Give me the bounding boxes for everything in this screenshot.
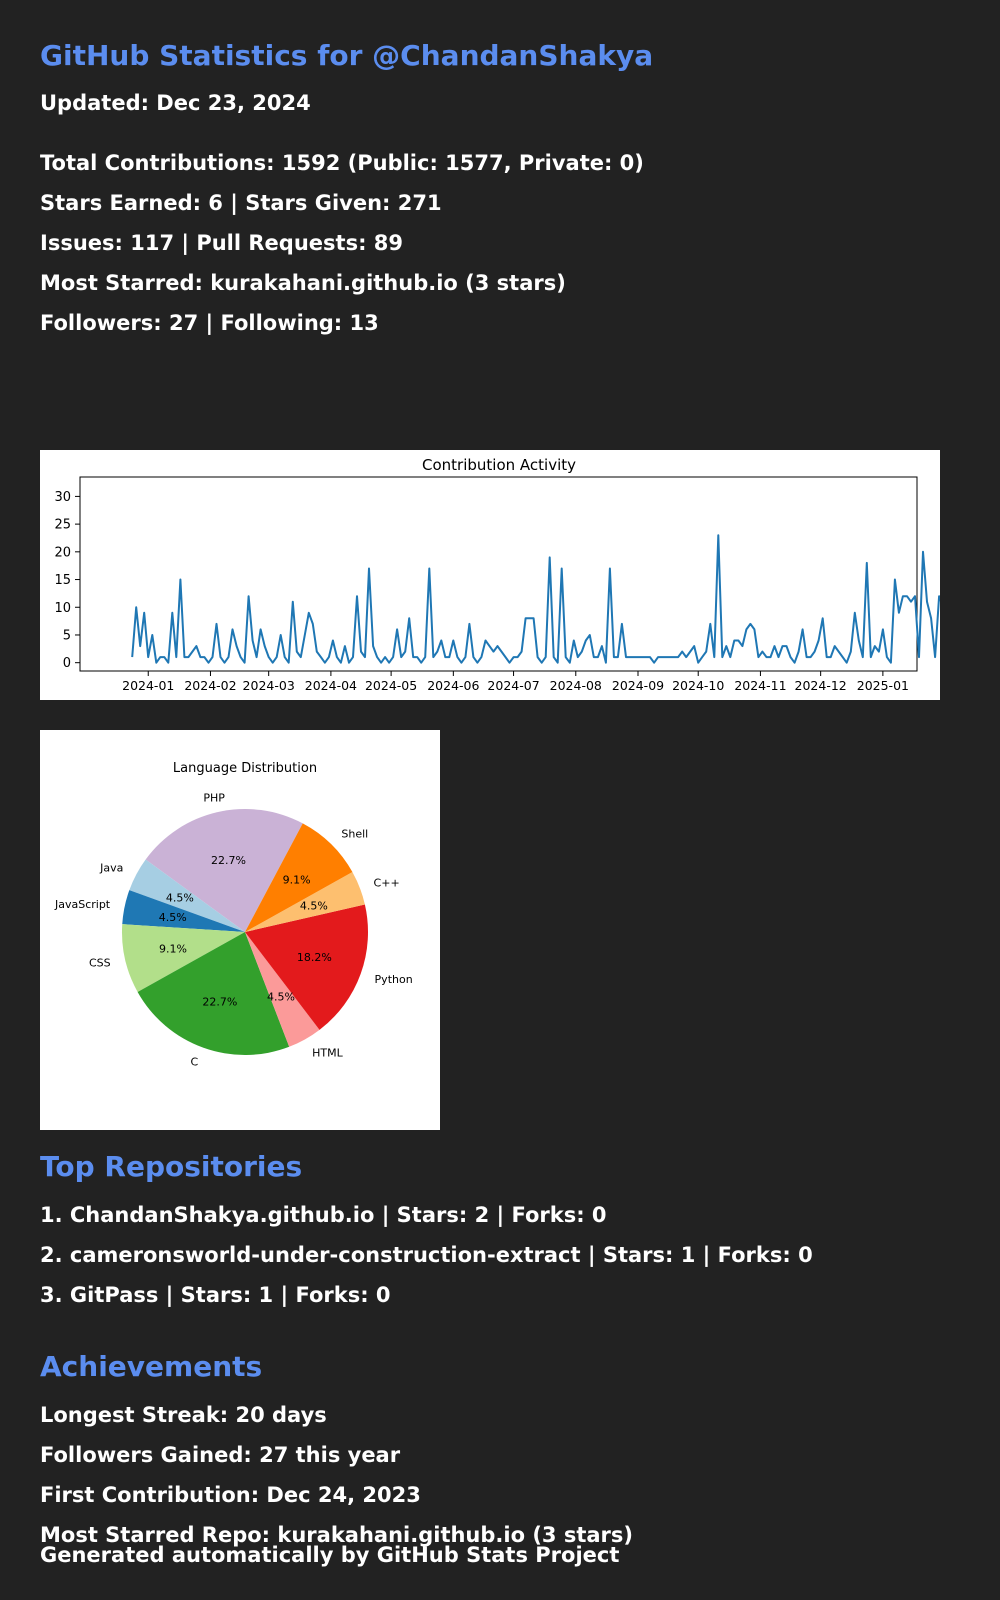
x-tick-label: 2024-12 bbox=[795, 678, 847, 693]
y-tick-label: 30 bbox=[54, 490, 71, 505]
x-tick-label: 2024-06 bbox=[427, 678, 479, 693]
pie-label: C++ bbox=[374, 877, 400, 890]
stat-issues-prs: Issues: 117 | Pull Requests: 89 bbox=[40, 231, 403, 255]
achievement-followers: Followers Gained: 27 this year bbox=[40, 1443, 401, 1467]
y-tick-label: 20 bbox=[54, 545, 71, 560]
pie-label: Java bbox=[99, 861, 123, 874]
y-tick-label: 10 bbox=[54, 601, 71, 616]
stat-followers: Followers: 27 | Following: 13 bbox=[40, 311, 379, 335]
pie-label: C bbox=[190, 1056, 198, 1069]
pie-pct-label: 22.7% bbox=[211, 854, 246, 867]
pie-label: JavaScript bbox=[54, 898, 111, 911]
stat-most-starred: Most Starred: kurakahani.github.io (3 st… bbox=[40, 271, 566, 295]
y-tick-label: 25 bbox=[54, 518, 71, 533]
language-distribution-chart: Language Distribution PHP 22.7% Java 4.5% Ja… bbox=[40, 730, 440, 1130]
pie-title: Language Distribution bbox=[173, 761, 317, 776]
x-tick-label: 2024-05 bbox=[365, 678, 417, 693]
pie-pct-label: 4.5% bbox=[267, 990, 295, 1003]
chart-title: Contribution Activity bbox=[422, 456, 576, 474]
pie-pct-label: 4.5% bbox=[159, 911, 187, 924]
achievement-first-contribution: First Contribution: Dec 24, 2023 bbox=[40, 1483, 421, 1507]
pie-pct-label: 9.1% bbox=[159, 942, 187, 955]
x-tick-label: 2024-09 bbox=[612, 678, 664, 693]
page-title: GitHub Statistics for @ChandanShakya bbox=[40, 39, 654, 72]
pie-pct-label: 9.1% bbox=[283, 873, 311, 886]
series-line bbox=[131, 534, 1000, 664]
pie-label: HTML bbox=[312, 1046, 343, 1059]
achievement-streak: Longest Streak: 20 days bbox=[40, 1403, 327, 1427]
x-tick-label: 2024-10 bbox=[672, 678, 724, 693]
pie-label: Shell bbox=[341, 828, 368, 841]
pie-label: CSS bbox=[89, 956, 111, 969]
stat-total-contributions: Total Contributions: 1592 (Public: 1577,… bbox=[40, 151, 644, 175]
x-tick-label: 2024-11 bbox=[734, 678, 786, 693]
pie-pct-label: 18.2% bbox=[297, 951, 332, 964]
y-tick-label: 0 bbox=[63, 656, 71, 671]
pie-pct-label: 4.5% bbox=[300, 899, 328, 912]
x-tick-label: 2024-08 bbox=[550, 678, 602, 693]
x-tick-label: 2024-07 bbox=[487, 678, 539, 693]
y-tick-label: 15 bbox=[54, 573, 71, 588]
x-tick-label: 2025-01 bbox=[857, 678, 909, 693]
stat-stars: Stars Earned: 6 | Stars Given: 271 bbox=[40, 191, 442, 215]
repo-item-2: 2. cameronsworld-under-construction-extr… bbox=[40, 1243, 813, 1267]
contribution-activity-chart: Contribution Activity 0 5 10 15 20 25 30 2024-0… bbox=[40, 450, 1000, 700]
updated-date: Updated: Dec 23, 2024 bbox=[40, 91, 311, 115]
repo-item-1: 1. ChandanShakya.github.io | Stars: 2 | … bbox=[40, 1203, 607, 1227]
y-tick-label: 5 bbox=[63, 628, 71, 643]
pie-pct-label: 4.5% bbox=[166, 891, 194, 904]
top-repos-heading: Top Repositories bbox=[40, 1150, 303, 1183]
pie-label: Python bbox=[375, 973, 413, 986]
footer-note: Generated automatically by GitHub Stats … bbox=[40, 1543, 620, 1567]
pie-pct-label: 22.7% bbox=[202, 995, 237, 1008]
plot-frame bbox=[79, 476, 918, 672]
pie-label: PHP bbox=[203, 792, 225, 805]
repo-item-3: 3. GitPass | Stars: 1 | Forks: 0 bbox=[40, 1283, 391, 1307]
x-tick-label: 2024-04 bbox=[305, 678, 357, 693]
x-tick-label: 2024-03 bbox=[243, 678, 295, 693]
x-tick-label: 2024-01 bbox=[122, 678, 174, 693]
achievements-heading: Achievements bbox=[40, 1350, 263, 1383]
x-tick-label: 2024-02 bbox=[184, 678, 236, 693]
